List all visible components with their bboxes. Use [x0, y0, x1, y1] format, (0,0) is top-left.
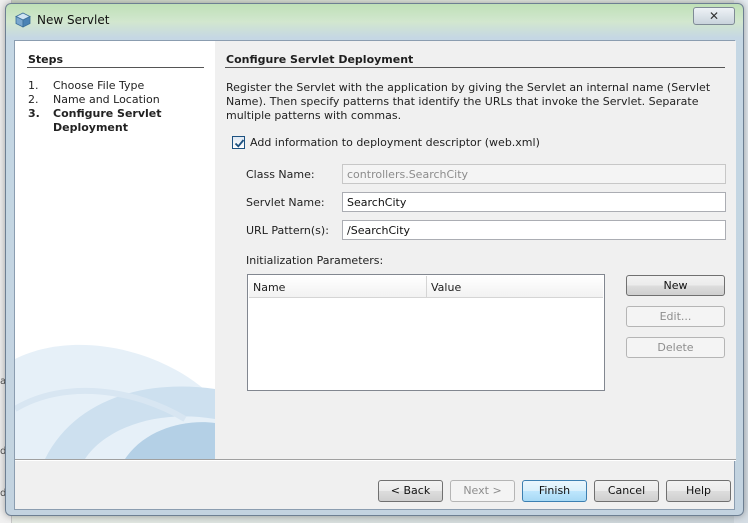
netbeans-cube-icon: [15, 12, 31, 28]
column-header-name[interactable]: Name: [253, 281, 285, 294]
window-title: New Servlet: [37, 13, 110, 27]
new-param-button[interactable]: New: [626, 275, 725, 296]
servlet-name-input[interactable]: SearchCity: [342, 192, 726, 212]
new-servlet-dialog: New Servlet ✕ Steps 1. Choose File Type …: [5, 3, 744, 516]
panel-divider: [225, 67, 725, 68]
deployment-descriptor-checkbox[interactable]: [232, 136, 245, 149]
close-icon: ✕: [708, 9, 720, 23]
step-label-line2: Deployment: [53, 121, 128, 134]
configure-panel: Configure Servlet Deployment Register th…: [215, 41, 736, 459]
steps-panel: Steps 1. Choose File Type 2. Name and Lo…: [15, 41, 215, 459]
step-label: Name and Location: [53, 93, 160, 106]
step-name-and-location: 2. Name and Location: [28, 93, 160, 106]
dialog-body: Steps 1. Choose File Type 2. Name and Lo…: [14, 40, 736, 510]
steps-title: Steps: [28, 53, 64, 66]
footer-divider-highlight: [15, 460, 736, 461]
step-configure-servlet-deployment: 3. Configure Servlet Deployment: [28, 107, 162, 134]
url-pattern-label: URL Pattern(s):: [246, 224, 329, 237]
step-label: Choose File Type: [53, 79, 145, 92]
help-button[interactable]: Help: [666, 480, 731, 502]
panel-title: Configure Servlet Deployment: [226, 53, 414, 66]
finish-button[interactable]: Finish: [522, 480, 587, 502]
servlet-name-label: Servlet Name:: [246, 196, 325, 209]
init-params-table[interactable]: Name Value: [247, 274, 605, 391]
steps-divider: [27, 67, 204, 68]
table-header: Name Value: [249, 276, 603, 298]
class-name-label: Class Name:: [246, 168, 315, 181]
checkmark-icon: [234, 139, 245, 148]
step-number: 3.: [28, 107, 40, 120]
deployment-descriptor-label: Add information to deployment descriptor…: [250, 136, 540, 149]
decorative-swoosh-graphic: [15, 344, 215, 459]
url-pattern-input[interactable]: /SearchCity: [342, 220, 726, 240]
init-params-label: Initialization Parameters:: [246, 254, 384, 267]
panel-description: Register the Servlet with the applicatio…: [226, 81, 711, 122]
back-button[interactable]: < Back: [378, 480, 443, 502]
step-number: 2.: [28, 93, 39, 106]
delete-param-button[interactable]: Delete: [626, 337, 725, 358]
step-number: 1.: [28, 79, 39, 92]
column-header-value[interactable]: Value: [431, 281, 461, 294]
class-name-field: controllers.SearchCity: [342, 164, 726, 184]
close-button[interactable]: ✕: [693, 7, 735, 25]
title-bar[interactable]: New Servlet ✕: [6, 4, 743, 36]
cancel-button[interactable]: Cancel: [594, 480, 659, 502]
column-separator[interactable]: [426, 276, 427, 298]
edit-param-button[interactable]: Edit...: [626, 306, 725, 327]
next-button[interactable]: Next >: [450, 480, 515, 502]
step-choose-file-type: 1. Choose File Type: [28, 79, 144, 92]
step-label: Configure Servlet: [53, 107, 162, 120]
